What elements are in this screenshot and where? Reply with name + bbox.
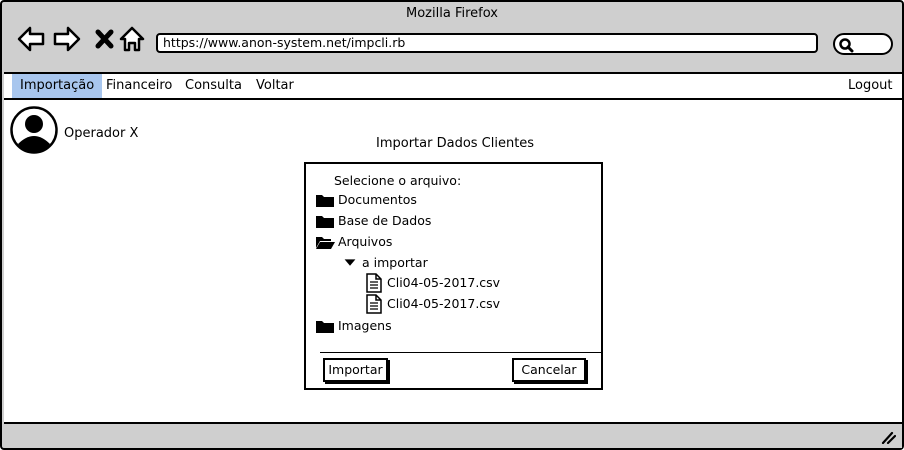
cancel-button[interactable]: Cancelar	[512, 358, 586, 382]
logout-link[interactable]: Logout	[840, 74, 901, 98]
tree-item-label: Arquivos	[338, 234, 393, 249]
search-icon	[839, 38, 854, 53]
main-menu: Importação Financeiro Consulta Voltar Lo…	[4, 72, 902, 100]
dialog-separator	[320, 352, 602, 353]
search-box[interactable]	[833, 33, 893, 55]
forward-icon[interactable]	[52, 24, 82, 54]
tree-item-file-1[interactable]: Cli04-05-2017.csv	[364, 273, 501, 293]
tree-item-a-importar[interactable]: a importar	[341, 254, 428, 272]
tree-item-label: Documentos	[338, 192, 417, 207]
import-button[interactable]: Importar	[323, 358, 388, 382]
resize-grip-icon[interactable]	[880, 430, 896, 444]
file-icon	[366, 294, 382, 314]
operator-name: Operador X	[64, 126, 139, 141]
page-content: Operador X Importar Dados Clientes Selec…	[4, 100, 902, 422]
menu-item-voltar[interactable]: Voltar	[248, 74, 302, 98]
menu-item-financeiro[interactable]: Financeiro	[98, 74, 180, 98]
file-select-dialog: Selecione o arquivo: Documentos Base de …	[304, 162, 603, 390]
browser-window: Mozilla Firefox https://www.anon-system.…	[0, 0, 904, 450]
status-bar	[4, 422, 902, 448]
back-icon[interactable]	[16, 24, 46, 54]
avatar-icon	[10, 106, 58, 154]
tree-item-imagens[interactable]: Imagens	[315, 317, 392, 335]
menu-item-importacao[interactable]: Importação	[12, 74, 103, 98]
menu-item-consulta[interactable]: Consulta	[177, 74, 250, 98]
close-icon[interactable]	[90, 24, 120, 54]
tree-item-label: Base de Dados	[338, 213, 432, 228]
tree-item-label: Imagens	[338, 318, 392, 333]
tree-item-label: Cli04-05-2017.csv	[387, 296, 501, 311]
tree-item-label: a importar	[362, 255, 428, 270]
select-file-label: Selecione o arquivo:	[334, 173, 462, 188]
tree-item-documentos[interactable]: Documentos	[315, 191, 417, 209]
folder-open-icon	[316, 237, 335, 249]
folder-icon	[316, 216, 334, 228]
folder-icon	[316, 321, 334, 333]
window-title: Mozilla Firefox	[406, 6, 498, 21]
folder-icon	[316, 195, 334, 207]
page-title: Importar Dados Clientes	[376, 136, 535, 151]
tree-item-base-de-dados[interactable]: Base de Dados	[315, 212, 431, 230]
tree-item-file-2[interactable]: Cli04-05-2017.csv	[364, 294, 501, 314]
url-bar[interactable]: https://www.anon-system.net/impcli.rb	[156, 33, 818, 53]
tree-item-arquivos[interactable]: Arquivos	[315, 233, 392, 251]
tree-item-label: Cli04-05-2017.csv	[387, 275, 501, 290]
caret-down-icon	[344, 259, 356, 266]
file-icon	[366, 273, 382, 293]
home-icon[interactable]	[117, 24, 147, 54]
